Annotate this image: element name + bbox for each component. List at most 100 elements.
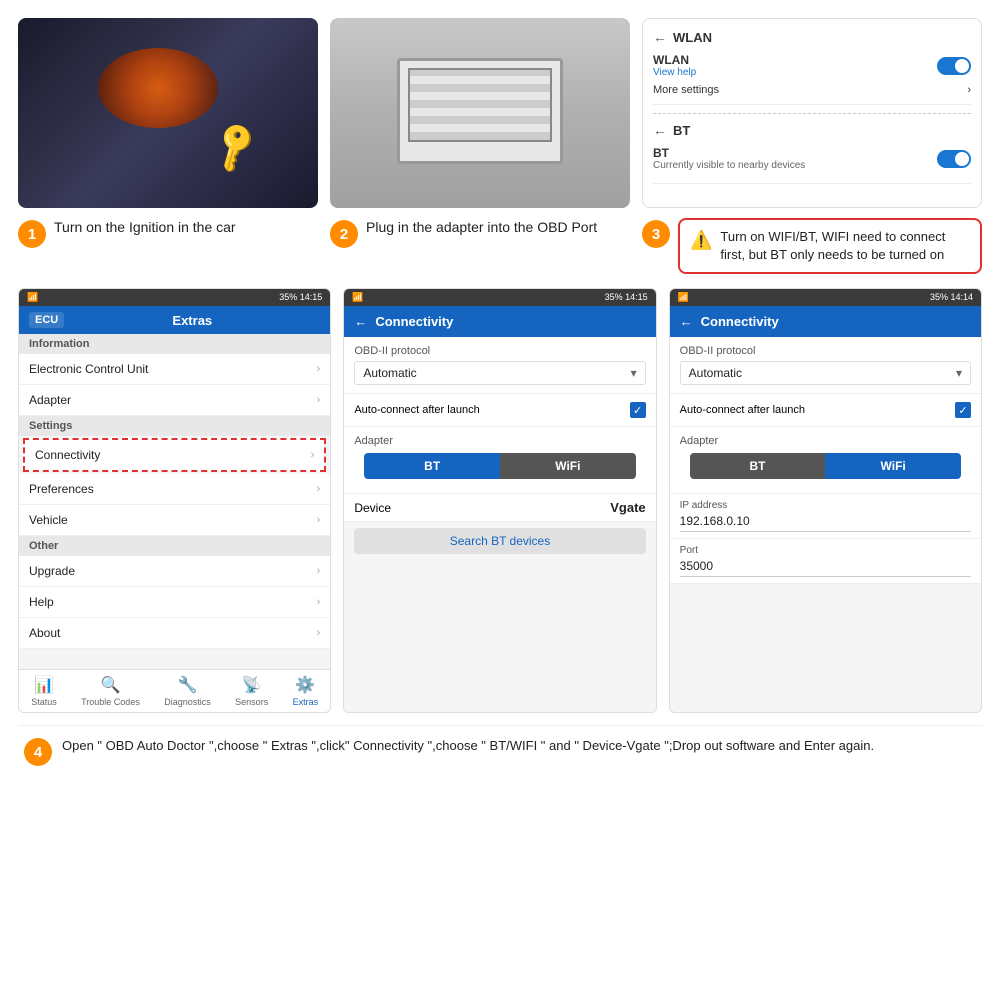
screen2-status: 35% 14:15	[605, 292, 648, 303]
wlan-back-arrow[interactable]: ←	[653, 29, 667, 45]
step4-row: 4 Open " OBD Auto Doctor ",choose " Extr…	[18, 725, 982, 776]
screen3-obd-section: OBD-II protocol Automatic ▾	[670, 337, 981, 394]
screen3-port-label: Port	[680, 545, 971, 556]
bt-toggle[interactable]	[937, 150, 971, 168]
screen2-autoconnect-label: Auto-connect after launch	[354, 404, 479, 416]
trouble-nav-icon: 🔍	[101, 675, 121, 695]
step2-circle: 2	[330, 220, 358, 248]
screen2-search-bt-label: BT devices	[491, 534, 550, 548]
screen3-obd-label: OBD-II protocol	[680, 345, 971, 357]
menu-item-upgrade-label: Upgrade	[29, 564, 75, 578]
menu-item-help[interactable]: Help ›	[19, 587, 330, 618]
more-settings-label[interactable]: More settings	[653, 84, 719, 96]
screen2-obd-value[interactable]: Automatic ▾	[354, 361, 645, 385]
bt-subtitle: Currently visible to nearby devices	[653, 160, 805, 171]
nav-trouble[interactable]: 🔍 Trouble Codes	[81, 675, 140, 707]
step-labels-row: 1 Turn on the Ignition in the car 2 Plug…	[18, 218, 982, 274]
step3-text: Turn on WIFI/BT, WIFI need to connect fi…	[720, 228, 970, 264]
menu-item-preferences-arrow: ›	[317, 483, 321, 495]
screen3-adapter-section: Adapter BT WiFi	[670, 427, 981, 494]
menu-item-connectivity[interactable]: Connectivity ›	[23, 438, 326, 472]
screen2-adapter-toggle: BT WiFi	[364, 453, 635, 479]
screen2-title: Connectivity	[375, 314, 453, 329]
screen3-autoconnect-checkbox[interactable]: ✓	[955, 402, 971, 418]
menu-item-upgrade[interactable]: Upgrade ›	[19, 556, 330, 587]
obd-adapter-image	[330, 18, 630, 208]
screen3-status-bar: 📶 35% 14:14	[670, 289, 981, 306]
screen3-adapter-toggle: BT WiFi	[690, 453, 961, 479]
step4-circle: 4	[24, 738, 52, 766]
more-settings-arrow: ›	[967, 84, 971, 96]
wlan-title: WLAN	[673, 30, 712, 45]
screen1-ecu-label[interactable]: ECU	[29, 312, 64, 328]
screen2-back[interactable]: ←	[354, 314, 367, 329]
menu-item-connectivity-label: Connectivity	[35, 448, 100, 462]
screen2-device-label: Device	[354, 501, 391, 515]
step3-item: 3 ⚠️ Turn on WIFI/BT, WIFI need to conne…	[642, 218, 982, 274]
step1-item: 1 Turn on the Ignition in the car	[18, 218, 318, 248]
screen3-port-row: Port 35000	[670, 539, 981, 584]
screen1-signal: 📶	[27, 292, 38, 303]
screen2-header: ← Connectivity	[344, 306, 655, 337]
screen3-ip-row: IP address 192.168.0.10	[670, 494, 981, 539]
screen3-back[interactable]: ←	[680, 314, 693, 329]
screen2-adapter-section: Adapter BT WiFi	[344, 427, 655, 494]
screen3-bt-btn[interactable]: BT	[690, 453, 826, 479]
page-wrapper: ← WLAN WLAN View help More settings ›	[0, 0, 1000, 1000]
screen2-autoconnect: Auto-connect after launch ✓	[344, 394, 655, 427]
extras-nav-icon: ⚙️	[295, 675, 315, 695]
wlan-label: WLAN	[653, 53, 696, 67]
screen3-status: 35% 14:14	[930, 292, 973, 303]
screen1-info-header: Information	[19, 334, 330, 354]
top-images-row: ← WLAN WLAN View help More settings ›	[18, 18, 982, 208]
screen3-autoconnect: Auto-connect after launch ✓	[670, 394, 981, 427]
wlan-toggle[interactable]	[937, 57, 971, 75]
screen3-port-value[interactable]: 35000	[680, 559, 971, 577]
screen3-ip-value[interactable]: 192.168.0.10	[680, 514, 971, 532]
screen3-title: Connectivity	[701, 314, 779, 329]
nav-diagnostics[interactable]: 🔧 Diagnostics	[164, 675, 211, 707]
screen1-other-header: Other	[19, 536, 330, 556]
menu-item-help-arrow: ›	[317, 596, 321, 608]
menu-item-adapter-label: Adapter	[29, 393, 71, 407]
nav-extras-label: Extras	[293, 697, 319, 707]
status-nav-icon: 📊	[34, 675, 54, 695]
menu-item-vehicle[interactable]: Vehicle ›	[19, 505, 330, 536]
screen2-search-label: Search	[450, 534, 491, 548]
bt-label: BT	[653, 146, 805, 160]
screen1-status-bar: 📶 35% 14:15	[19, 289, 330, 306]
step1-circle: 1	[18, 220, 46, 248]
screen3-adapter-label: Adapter	[680, 435, 971, 447]
screen2-search-btn[interactable]: Search BT devices	[354, 528, 645, 554]
screen3-obd-val-text: Automatic	[689, 366, 742, 380]
nav-status[interactable]: 📊 Status	[31, 675, 57, 707]
menu-item-preferences[interactable]: Preferences ›	[19, 474, 330, 505]
menu-item-about-label: About	[29, 626, 60, 640]
screenshots-row: 📶 35% 14:15 ECU Extras Information Elect…	[18, 288, 982, 713]
step2-text: Plug in the adapter into the OBD Port	[366, 218, 597, 238]
screen3-wifi-btn[interactable]: WiFi	[825, 453, 961, 479]
screen3-autoconnect-label: Auto-connect after launch	[680, 404, 805, 416]
screen2-bt-btn[interactable]: BT	[364, 453, 500, 479]
screen1: 📶 35% 14:15 ECU Extras Information Elect…	[18, 288, 331, 713]
screen3-ip-label: IP address	[680, 500, 971, 511]
menu-item-connectivity-arrow: ›	[311, 449, 315, 461]
wlan-view-help[interactable]: View help	[653, 67, 696, 78]
menu-item-ecu-label: Electronic Control Unit	[29, 362, 148, 376]
bt-back-arrow[interactable]: ←	[653, 122, 667, 138]
nav-extras[interactable]: ⚙️ Extras	[293, 675, 319, 707]
screen2-adapter-label: Adapter	[354, 435, 645, 447]
menu-item-upgrade-arrow: ›	[317, 565, 321, 577]
screen3-obd-dropdown: ▾	[956, 366, 962, 380]
menu-item-about[interactable]: About ›	[19, 618, 330, 649]
screen2-autoconnect-checkbox[interactable]: ✓	[630, 402, 646, 418]
screen3-obd-value[interactable]: Automatic ▾	[680, 361, 971, 385]
screen2-wifi-btn[interactable]: WiFi	[500, 453, 636, 479]
menu-item-adapter[interactable]: Adapter ›	[19, 385, 330, 416]
screen2-status-bar: 📶 35% 14:15	[344, 289, 655, 306]
menu-item-ecu[interactable]: Electronic Control Unit ›	[19, 354, 330, 385]
menu-item-vehicle-arrow: ›	[317, 514, 321, 526]
screen3: 📶 35% 14:14 ← Connectivity OBD-II protoc…	[669, 288, 982, 713]
screen2-device-row: Device Vgate	[344, 494, 655, 522]
nav-sensors[interactable]: 📡 Sensors	[235, 675, 268, 707]
